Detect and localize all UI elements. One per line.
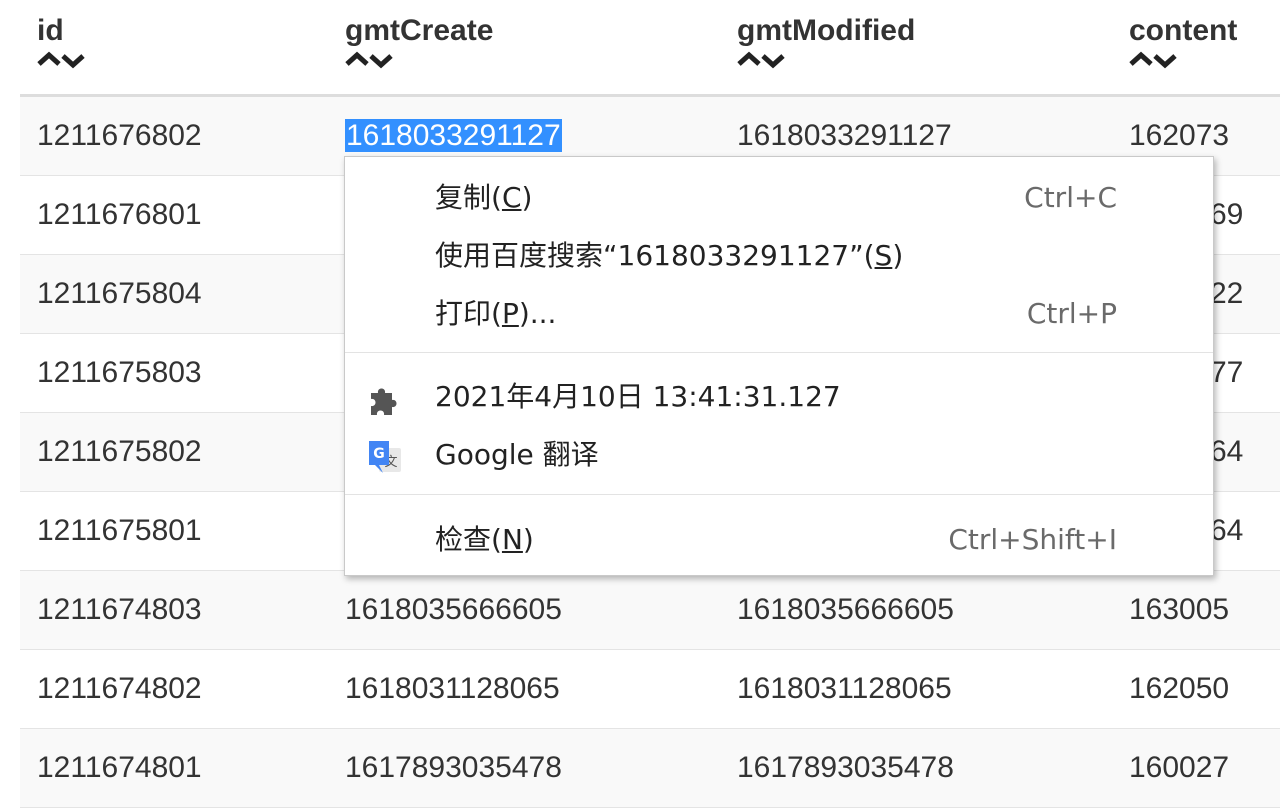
cell-content: 69 bbox=[1210, 198, 1244, 231]
menu-item-copy[interactable]: 复制(C) Ctrl+C bbox=[345, 171, 1213, 225]
menu-shortcut: Ctrl+P bbox=[1026, 297, 1117, 330]
menu-separator bbox=[345, 352, 1213, 353]
cell-gmtmodified: 1617893035478 bbox=[737, 751, 954, 784]
column-header-content[interactable]: content bbox=[1129, 14, 1237, 71]
google-translate-icon: 文 G bbox=[367, 439, 405, 477]
sort-icon[interactable] bbox=[737, 51, 915, 71]
menu-item-timestamp-extension[interactable]: 2021年4月10日 13:41:31.127 bbox=[345, 370, 1213, 424]
cell-gmtcreate: 1618035666605 bbox=[345, 593, 562, 626]
cell-id: 1211676802 bbox=[37, 119, 202, 152]
cell-content: 162050 bbox=[1129, 672, 1230, 705]
cell-id: 1211675803 bbox=[37, 356, 202, 389]
cell-id: 1211675802 bbox=[37, 435, 202, 468]
cell-content: 64 bbox=[1210, 435, 1244, 468]
column-header-gmtcreate[interactable]: gmtCreate bbox=[345, 14, 493, 71]
cell-gmtmodified: 1618031128065 bbox=[737, 672, 952, 705]
menu-item-label: 复制(C) bbox=[435, 181, 533, 214]
cell-id: 1211675804 bbox=[37, 277, 202, 310]
cell-id: 1211676801 bbox=[37, 198, 202, 231]
menu-item-search-baidu[interactable]: 使用百度搜索“1618033291127”(S) bbox=[345, 229, 1213, 283]
puzzle-icon bbox=[367, 381, 405, 419]
menu-item-label: 使用百度搜索“1618033291127”(S) bbox=[435, 239, 904, 272]
cell-id: 1211675801 bbox=[37, 514, 202, 547]
menu-item-label: Google 翻译 bbox=[435, 438, 599, 471]
cell-content: 22 bbox=[1210, 277, 1244, 310]
cell-id: 1211674801 bbox=[37, 751, 202, 784]
cell-gmtcreate: 1618031128065 bbox=[345, 672, 560, 705]
menu-item-google-translate[interactable]: 文 G Google 翻译 bbox=[345, 428, 1213, 482]
column-header-label: gmtCreate bbox=[345, 14, 494, 47]
cell-id: 1211674803 bbox=[37, 593, 202, 626]
cell-id: 1211674802 bbox=[37, 672, 202, 705]
menu-item-print[interactable]: 打印(P)... Ctrl+P bbox=[345, 287, 1213, 341]
table-header: id gmtCreate gmtModified content bbox=[20, 0, 1280, 97]
column-header-gmtmodified[interactable]: gmtModified bbox=[737, 14, 915, 71]
cell-gmtcreate: 1617893035478 bbox=[345, 751, 562, 784]
cell-content: 77 bbox=[1210, 356, 1244, 389]
column-header-label: gmtModified bbox=[737, 14, 916, 47]
cell-gmtmodified: 1618035666605 bbox=[737, 593, 954, 626]
table-row: 1211674801 1617893035478 1617893035478 1… bbox=[20, 729, 1280, 808]
menu-item-inspect[interactable]: 检查(N) Ctrl+Shift+I bbox=[345, 513, 1213, 567]
menu-shortcut: Ctrl+Shift+I bbox=[948, 523, 1117, 556]
table-row: 1211674802 1618031128065 1618031128065 1… bbox=[20, 650, 1280, 729]
selected-text[interactable]: 1618033291127 bbox=[345, 119, 562, 152]
sort-icon[interactable] bbox=[345, 51, 493, 71]
cell-content: 160027 bbox=[1129, 751, 1230, 784]
cell-content: 163005 bbox=[1129, 593, 1230, 626]
menu-item-label: 打印(P)... bbox=[435, 297, 557, 330]
context-menu: 复制(C) Ctrl+C 使用百度搜索“1618033291127”(S) 打印… bbox=[344, 156, 1214, 576]
menu-item-label: 2021年4月10日 13:41:31.127 bbox=[435, 380, 841, 413]
menu-separator bbox=[345, 494, 1213, 495]
menu-item-label: 检查(N) bbox=[435, 523, 534, 556]
column-header-label: content bbox=[1129, 14, 1238, 47]
sort-icon[interactable] bbox=[1129, 51, 1237, 71]
svg-text:G: G bbox=[373, 446, 385, 462]
column-header-id[interactable]: id bbox=[37, 14, 85, 71]
sort-icon[interactable] bbox=[37, 51, 85, 71]
cell-content: 64 bbox=[1210, 514, 1244, 547]
menu-shortcut: Ctrl+C bbox=[1024, 181, 1117, 214]
column-header-label: id bbox=[37, 14, 64, 47]
table-row: 1211674803 1618035666605 1618035666605 1… bbox=[20, 571, 1280, 650]
